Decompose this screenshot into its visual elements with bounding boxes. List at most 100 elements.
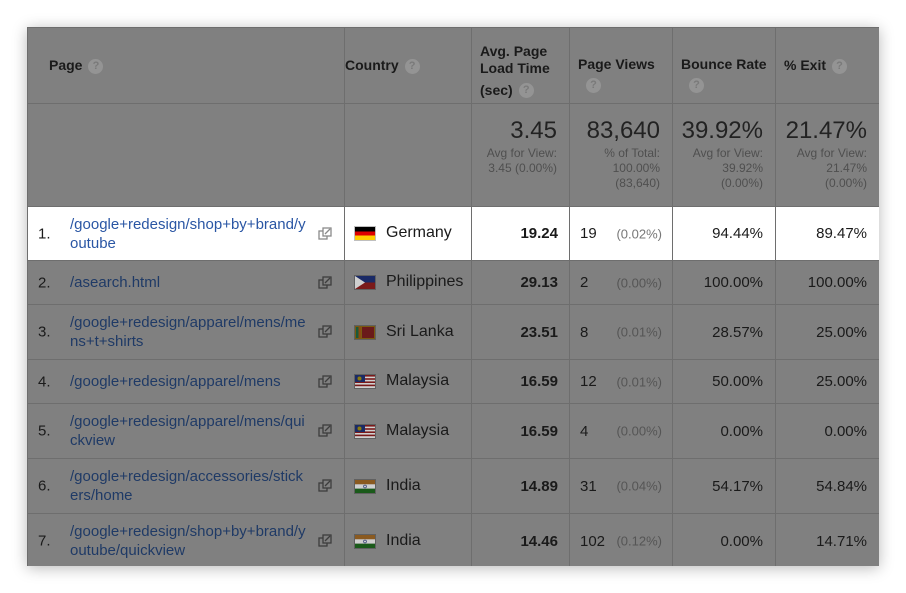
row-index: 4. <box>38 373 51 390</box>
table-row: 2. /asearch.html Philippines 29.13 2 (0.0… <box>27 260 879 305</box>
column-header-bounce-rate[interactable]: Bounce Rate ? <box>672 27 776 104</box>
total-sub: 3.45 (0.00%) <box>488 161 557 175</box>
totals-bounce-rate: 39.92% Avg for View: 39.92% (0.00%) <box>672 103 776 207</box>
page-views-percent: (0.01%) <box>616 324 662 340</box>
india-flag-icon <box>355 479 375 493</box>
page-link[interactable]: /asearch.html <box>70 273 310 292</box>
column-header-exit[interactable]: % Exit? <box>775 27 879 104</box>
total-sub: (0.00%) <box>720 176 763 190</box>
page-link[interactable]: /google+redesign/accessories/stickers/ho… <box>70 467 310 505</box>
total-value: 21.47% <box>785 117 867 144</box>
row-index: 6. <box>38 477 51 495</box>
page-link[interactable]: /google+redesign/shop+by+brand/youtube <box>70 215 310 253</box>
question-circle-icon[interactable]: ? <box>404 58 420 74</box>
page-views-cell: 31 (0.04%) <box>569 458 673 514</box>
page-views-value: 19 <box>580 225 597 242</box>
total-sub: 100.00% <box>612 161 660 175</box>
total-sub: (83,640) <box>615 176 660 190</box>
total-sub: Avg for View: <box>796 146 867 160</box>
load-time-value: 16.59 <box>471 359 570 404</box>
germany-flag-icon <box>355 227 375 241</box>
page-views-value: 12 <box>580 373 597 390</box>
page-views-value: 4 <box>580 422 589 440</box>
page-views-cell: 8 (0.01%) <box>569 304 673 360</box>
country-cell: Sri Lanka <box>344 304 472 360</box>
table-row: 4. /google+redesign/apparel/mens Malaysi… <box>27 359 879 404</box>
bounce-rate-value: 54.17% <box>672 458 776 514</box>
page-cell: 7. /google+redesign/shop+by+brand/youtub… <box>27 513 345 566</box>
question-circle-icon[interactable]: ? <box>832 58 848 74</box>
table-row: 5. /google+redesign/apparel/mens/quickvi… <box>27 403 879 459</box>
exit-value: 0.00% <box>775 403 879 459</box>
total-sub: 39.92% <box>722 161 763 175</box>
page-views-cell: 12 (0.01%) <box>569 359 673 404</box>
page-link[interactable]: /google+redesign/shop+by+brand/youtube/q… <box>70 522 310 560</box>
bounce-rate-value: 94.44% <box>672 206 776 261</box>
totals-row: 3.45 Avg for View: 3.45 (0.00%) 83,640 %… <box>27 103 879 207</box>
table-row: 7. /google+redesign/shop+by+brand/youtub… <box>27 513 879 566</box>
external-link-icon[interactable] <box>318 479 332 493</box>
question-circle-icon[interactable]: ? <box>689 77 704 93</box>
page-link[interactable]: /google+redesign/apparel/mens/mens+t+shi… <box>70 313 310 351</box>
total-sub: (0.00%) <box>824 176 867 190</box>
page-views-percent: (0.00%) <box>616 423 662 439</box>
row-index: 1. <box>38 225 51 242</box>
country-name: Malaysia <box>386 372 450 390</box>
question-circle-icon[interactable]: ? <box>518 83 534 99</box>
country-cell: India <box>344 513 472 566</box>
header-label: Bounce Rate <box>681 56 767 72</box>
totals-empty-cell <box>344 103 472 207</box>
country-name: Germany <box>386 224 452 242</box>
page-views-cell: 19 (0.02%) <box>569 206 673 261</box>
column-header-load-time[interactable]: Avg. Page Load Time (sec)? <box>471 27 570 104</box>
country-cell: Malaysia <box>344 403 472 459</box>
country-name: Malaysia <box>386 422 450 440</box>
header-label: Country <box>345 57 399 74</box>
country-name: Sri Lanka <box>386 323 454 341</box>
question-circle-icon[interactable]: ? <box>88 58 104 74</box>
country-cell: Philippines <box>344 260 472 305</box>
question-circle-icon[interactable]: ? <box>586 77 601 93</box>
total-sub: 21.47% <box>826 161 867 175</box>
totals-empty-cell <box>27 103 345 207</box>
country-cell: India <box>344 458 472 514</box>
page-views-percent: (0.12%) <box>616 533 662 549</box>
header-label: Page Views <box>578 56 655 72</box>
totals-load-time: 3.45 Avg for View: 3.45 (0.00%) <box>471 103 570 207</box>
page-views-percent: (0.02%) <box>616 226 662 241</box>
exit-value: 25.00% <box>775 304 879 360</box>
page-report-table: Page? Country? Avg. Page Load Time (sec)… <box>27 27 879 566</box>
page-link[interactable]: /google+redesign/apparel/mens/quickview <box>70 412 310 450</box>
bounce-rate-value: 0.00% <box>672 403 776 459</box>
external-link-icon[interactable] <box>318 374 332 389</box>
load-time-value: 16.59 <box>471 403 570 459</box>
table-row: 3. /google+redesign/apparel/mens/mens+t+… <box>27 304 879 360</box>
india-flag-icon <box>355 534 375 548</box>
totals-exit: 21.47% Avg for View: 21.47% (0.00%) <box>775 103 879 207</box>
country-cell: Malaysia <box>344 359 472 404</box>
total-sub: Avg for View: <box>486 146 557 160</box>
column-header-page[interactable]: Page? <box>27 27 345 104</box>
total-sub: % of Total: <box>604 146 660 160</box>
page-cell: 2. /asearch.html <box>27 260 345 305</box>
external-link-icon[interactable] <box>318 275 332 290</box>
external-link-icon[interactable] <box>318 226 332 241</box>
total-value: 83,640 <box>586 117 660 144</box>
column-header-country[interactable]: Country? <box>344 27 472 104</box>
exit-value: 25.00% <box>775 359 879 404</box>
philippines-flag-icon <box>355 276 375 290</box>
total-sub: Avg for View: <box>692 146 763 160</box>
external-link-icon[interactable] <box>318 534 332 548</box>
external-link-icon[interactable] <box>318 325 332 339</box>
column-header-page-views[interactable]: Page Views ? <box>569 27 673 104</box>
load-time-value: 14.89 <box>471 458 570 514</box>
exit-value: 89.47% <box>775 206 879 261</box>
page-views-value: 31 <box>580 477 597 495</box>
country-name: India <box>386 532 421 550</box>
external-link-icon[interactable] <box>318 424 332 438</box>
table-row: 1. /google+redesign/shop+by+brand/youtub… <box>27 206 879 261</box>
page-views-value: 102 <box>580 532 606 550</box>
load-time-value: 14.46 <box>471 513 570 566</box>
page-link[interactable]: /google+redesign/apparel/mens <box>70 372 310 391</box>
load-time-value: 23.51 <box>471 304 570 360</box>
